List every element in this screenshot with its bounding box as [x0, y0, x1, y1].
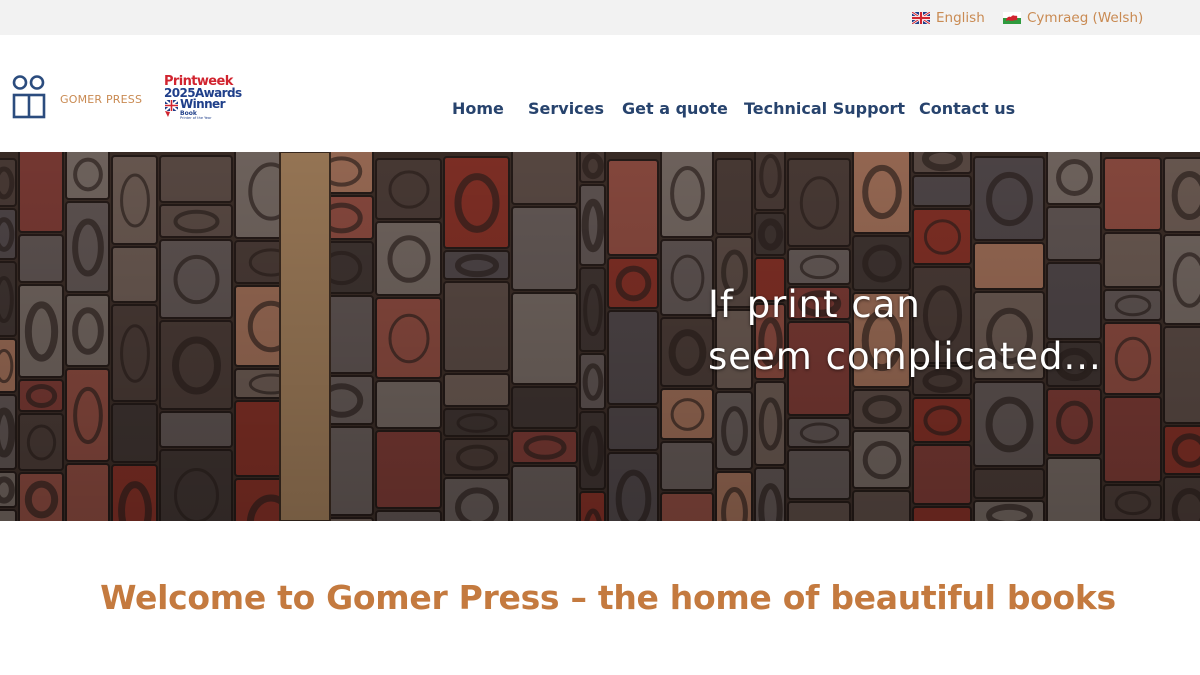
logo-mark-icon — [12, 75, 46, 123]
nav-services[interactable]: Services — [528, 99, 604, 118]
language-welsh-label: Cymraeg (Welsh) — [1027, 10, 1144, 26]
award-flag-icon — [164, 98, 179, 122]
site-header: GOMER PRESS Printweek 2025Awards Winner … — [0, 35, 1200, 152]
hero-headline-line-2: seem complicated... — [708, 335, 1102, 378]
wales-flag-icon — [1003, 12, 1021, 24]
welcome-heading: Welcome to Gomer Press – the home of bea… — [100, 578, 1116, 617]
nav-home[interactable]: Home — [452, 99, 504, 118]
gomer-press-logo[interactable]: GOMER PRESS — [12, 75, 142, 123]
hero-banner: If print can seem complicated... — [0, 152, 1200, 521]
award-line-3: Winner — [180, 97, 226, 111]
language-english-link[interactable]: English — [911, 10, 985, 26]
uk-flag-icon — [911, 10, 931, 26]
printweek-award-badge: Printweek 2025Awards Winner Book Printer… — [164, 74, 242, 124]
language-english-label: English — [936, 10, 985, 26]
language-welsh-link[interactable]: Cymraeg (Welsh) — [1003, 10, 1143, 26]
nav-technical-support[interactable]: Technical Support — [744, 99, 905, 118]
award-line-5: Printer of the Year — [180, 116, 212, 120]
hero-headline-line-1: If print can — [708, 283, 921, 326]
language-bar: English Cymraeg (Welsh) — [0, 0, 1200, 35]
nav-get-a-quote[interactable]: Get a quote — [622, 99, 728, 118]
nav-contact-us[interactable]: Contact us — [919, 99, 1015, 118]
logo-wordmark: GOMER PRESS — [60, 92, 143, 106]
